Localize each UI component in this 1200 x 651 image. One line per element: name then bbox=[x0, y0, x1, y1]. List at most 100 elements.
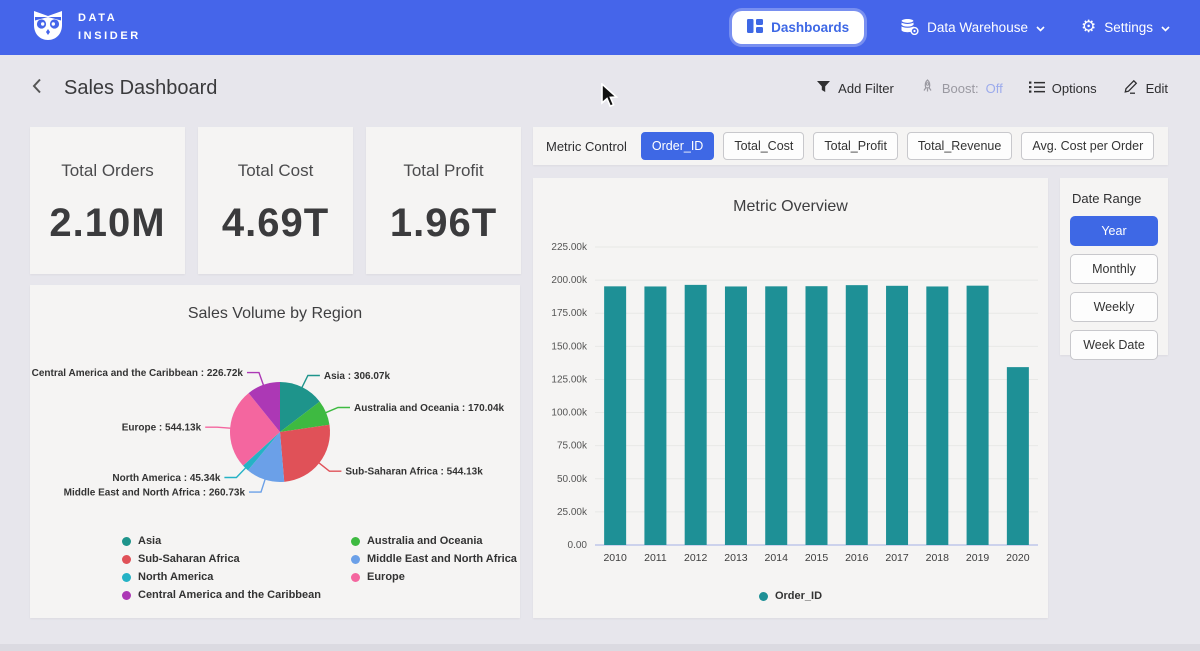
legend-dot bbox=[122, 537, 131, 546]
legend-label: Middle East and North Africa bbox=[367, 553, 517, 565]
add-filter-button[interactable]: Add Filter bbox=[816, 80, 894, 96]
x-tick-2020: 2020 bbox=[1006, 552, 1030, 564]
x-tick-2014: 2014 bbox=[765, 552, 789, 564]
page-header: Sales Dashboard Add Filter Boost: Off bbox=[0, 55, 1200, 121]
owl-logo-icon bbox=[30, 7, 66, 48]
bar-chart: 0.0025.00k50.00k75.00k100.00k125.00k150.… bbox=[533, 233, 1048, 578]
nav-dashboards-button[interactable]: Dashboards bbox=[732, 11, 864, 44]
x-tick-2018: 2018 bbox=[926, 552, 950, 564]
pie-label-australia-and-oceania: Australia and Oceania : 170.04k bbox=[354, 403, 505, 414]
sales-volume-pie-panel: Sales Volume by Region Asia : 306.07k Aus… bbox=[30, 285, 520, 618]
y-tick-100.00k: 100.00k bbox=[551, 408, 588, 419]
kpi-label: Total Profit bbox=[366, 161, 521, 181]
x-tick-2015: 2015 bbox=[805, 552, 829, 564]
legend-dot bbox=[122, 573, 131, 582]
legend-item-australia-and-oceania: Australia and Oceania bbox=[351, 535, 517, 547]
nav-dashboards-label: Dashboards bbox=[771, 20, 849, 35]
bar-2020[interactable] bbox=[1007, 367, 1029, 545]
pie-legend-col-1: AsiaSub-Saharan AfricaNorth AmericaCentr… bbox=[122, 535, 321, 601]
pie-label-central-america-and-the-caribbean: Central America and the Caribbean : 226.… bbox=[32, 368, 244, 379]
pie-label-middle-east-and-north-africa: Middle East and North Africa : 260.73k bbox=[64, 488, 246, 499]
metric-chip-order-id[interactable]: Order_ID bbox=[641, 132, 714, 160]
back-button[interactable] bbox=[32, 78, 42, 99]
legend-item-order_id: Order_ID bbox=[759, 590, 822, 602]
metric-chip-total-revenue[interactable]: Total_Revenue bbox=[907, 132, 1012, 160]
kpi-label: Total Cost bbox=[198, 161, 353, 181]
legend-dot bbox=[351, 555, 360, 564]
pie-label-sub-saharan-africa: Sub-Saharan Africa : 544.13k bbox=[345, 467, 483, 478]
bar-2013[interactable] bbox=[725, 286, 747, 545]
date-range-week-date[interactable]: Week Date bbox=[1070, 330, 1158, 360]
legend-item-central-america-and-the-caribbean: Central America and the Caribbean bbox=[122, 589, 321, 601]
legend-label: Asia bbox=[138, 535, 161, 547]
bar-2017[interactable] bbox=[886, 286, 908, 545]
bar-2018[interactable] bbox=[926, 286, 948, 545]
metric-overview-chart-panel: Metric Overview 0.0025.00k50.00k75.00k10… bbox=[533, 178, 1048, 618]
kpi-card-total-profit: Total Profit 1.96T bbox=[366, 127, 521, 274]
x-tick-2012: 2012 bbox=[684, 552, 708, 564]
metric-control-label: Metric Control bbox=[546, 139, 627, 154]
filter-funnel-icon bbox=[816, 80, 831, 96]
legend-item-asia: Asia bbox=[122, 535, 321, 547]
date-range-weekly[interactable]: Weekly bbox=[1070, 292, 1158, 322]
list-options-icon bbox=[1029, 81, 1045, 96]
pie-slice-sub-saharan-africa[interactable] bbox=[280, 425, 330, 482]
nav-data-warehouse-label: Data Warehouse bbox=[927, 20, 1028, 35]
legend-dot bbox=[351, 537, 360, 546]
bar-2016[interactable] bbox=[846, 285, 868, 545]
kpi-card-total-cost: Total Cost 4.69T bbox=[198, 127, 353, 274]
legend-item-middle-east-and-north-africa: Middle East and North Africa bbox=[351, 553, 517, 565]
rocket-icon bbox=[920, 79, 935, 97]
gear-icon: ⚙ bbox=[1081, 19, 1096, 36]
boost-toggle[interactable]: Boost: Off bbox=[920, 79, 1003, 97]
legend-label: Order_ID bbox=[775, 590, 822, 602]
x-tick-2016: 2016 bbox=[845, 552, 869, 564]
pie-label-north-america: North America : 45.34k bbox=[112, 473, 220, 484]
kpi-value: 1.96T bbox=[366, 201, 521, 246]
page-title: Sales Dashboard bbox=[64, 77, 217, 100]
bar-2012[interactable] bbox=[685, 285, 707, 545]
dashboard-grid-icon bbox=[747, 19, 763, 36]
y-tick-25.00k: 25.00k bbox=[557, 507, 588, 518]
pie-label-europe: Europe : 544.13k bbox=[122, 423, 202, 434]
nav-data-warehouse[interactable]: Data Warehouse bbox=[900, 18, 1045, 38]
kpi-value: 4.69T bbox=[198, 201, 353, 246]
metric-control-bar: Metric Control Order_ID Total_Cost Total_P… bbox=[533, 127, 1168, 165]
bar-2011[interactable] bbox=[644, 286, 666, 545]
bar-chart-legend: Order_ID bbox=[533, 590, 1048, 602]
legend-dot bbox=[351, 573, 360, 582]
metric-chip-group: Order_ID Total_Cost Total_Profit Total_Reve… bbox=[641, 132, 1154, 160]
legend-item-europe: Europe bbox=[351, 571, 517, 583]
y-tick-175.00k: 175.00k bbox=[551, 308, 588, 319]
metric-chip-total-cost[interactable]: Total_Cost bbox=[723, 132, 804, 160]
chart-title: Metric Overview bbox=[533, 178, 1048, 216]
nav-settings-label: Settings bbox=[1104, 20, 1153, 35]
y-tick-125.00k: 125.00k bbox=[551, 374, 588, 385]
chart-title: Sales Volume by Region bbox=[30, 285, 520, 323]
metric-chip-total-profit[interactable]: Total_Profit bbox=[813, 132, 898, 160]
options-button[interactable]: Options bbox=[1029, 81, 1097, 96]
legend-dot bbox=[122, 555, 131, 564]
bar-2010[interactable] bbox=[604, 286, 626, 545]
bar-2015[interactable] bbox=[806, 286, 828, 545]
bar-2014[interactable] bbox=[765, 286, 787, 545]
bar-2019[interactable] bbox=[967, 286, 989, 545]
edit-button[interactable]: Edit bbox=[1123, 79, 1168, 97]
x-tick-2013: 2013 bbox=[724, 552, 748, 564]
nav-settings[interactable]: ⚙ Settings bbox=[1081, 19, 1170, 36]
pie-legend-col-2: Australia and Oceania Middle East and Nor… bbox=[351, 535, 517, 601]
brand-logo: DATA INSIDER bbox=[30, 7, 141, 48]
chevron-down-icon bbox=[1161, 20, 1170, 35]
x-tick-2010: 2010 bbox=[603, 552, 627, 564]
date-range-monthly[interactable]: Monthly bbox=[1070, 254, 1158, 284]
legend-label: Europe bbox=[367, 571, 405, 583]
y-tick-0.00: 0.00 bbox=[568, 540, 588, 551]
legend-label: North America bbox=[138, 571, 213, 583]
legend-dot bbox=[122, 591, 131, 600]
metric-chip-avg-cost-per-order[interactable]: Avg. Cost per Order bbox=[1021, 132, 1154, 160]
y-tick-225.00k: 225.00k bbox=[551, 242, 588, 253]
pie-label-asia: Asia : 306.07k bbox=[324, 371, 391, 382]
bottom-edge bbox=[0, 644, 1200, 651]
kpi-value: 2.10M bbox=[30, 201, 185, 246]
date-range-year[interactable]: Year bbox=[1070, 216, 1158, 246]
